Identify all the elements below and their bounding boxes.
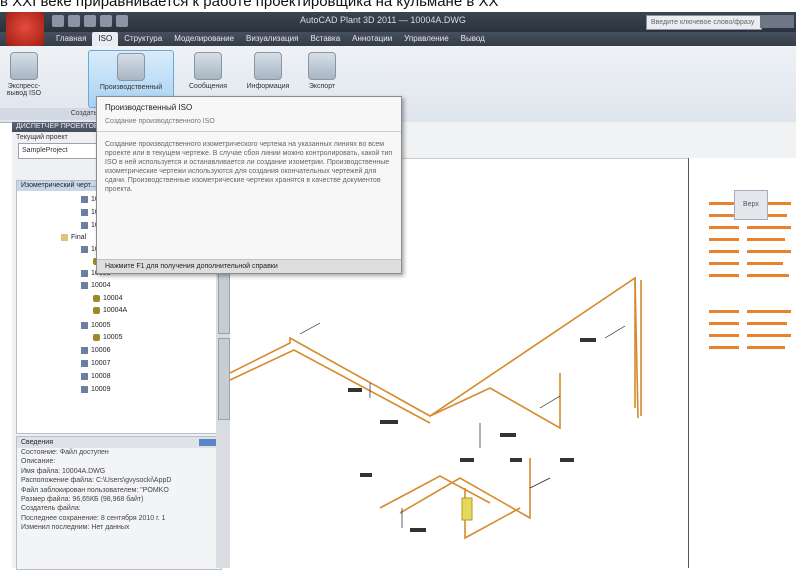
redo-icon[interactable] — [116, 15, 128, 27]
tree-folder[interactable]: Final — [61, 233, 86, 243]
dwg-icon — [81, 221, 88, 229]
tooltip-help: Нажмите F1 для получения дополнительной … — [97, 259, 401, 273]
detail-status: Состояние: Файл доступен — [21, 449, 109, 456]
dwg-icon — [81, 346, 88, 354]
tooltip-body: Создание производственного изометрическо… — [105, 141, 393, 193]
dwg-icon — [81, 269, 88, 277]
dwg-icon — [81, 385, 88, 393]
tab-structure[interactable]: Структура — [118, 32, 168, 46]
iso-icon — [93, 294, 100, 302]
dwg-icon — [81, 245, 88, 253]
dwg-icon — [81, 359, 88, 367]
tab-home[interactable]: Главная — [50, 32, 92, 46]
production-iso-tooltip: Производственный ISO Создание производст… — [96, 96, 402, 274]
details-header: Сведения — [17, 437, 221, 448]
open-icon[interactable] — [68, 15, 80, 27]
tree-node[interactable]: 10007 — [81, 359, 110, 369]
detail-location: Расположение файла: C:\Users\gvysocki\Ap… — [21, 477, 172, 485]
viewcube[interactable]: Верх — [734, 190, 768, 220]
tab-annotate[interactable]: Аннотации — [346, 32, 398, 46]
tab-iso[interactable]: ISO — [92, 32, 119, 46]
dwg-icon — [81, 208, 88, 216]
folder-icon — [61, 233, 68, 241]
search-input[interactable]: Введите ключевое слово/фразу — [646, 15, 762, 30]
details-view-toggle[interactable] — [199, 439, 217, 446]
express-iso-button[interactable]: Экспресс-вывод ISO — [2, 50, 46, 106]
tree-node[interactable]: 10008 — [81, 372, 110, 382]
ribbon-tabs: Главная ISO Структура Моделирование Визу… — [0, 32, 796, 46]
new-icon[interactable] — [52, 15, 64, 27]
caption-text: в XXI веке приравнивается к работе проек… — [0, 0, 796, 12]
dwg-icon — [81, 321, 88, 329]
quick-access-toolbar — [52, 15, 164, 29]
detail-modified-by: Изменил последним: Нет данных — [21, 524, 130, 532]
tab-output[interactable]: Вывод — [455, 32, 491, 46]
tooltip-subtitle: Создание производственного ISO — [97, 114, 401, 132]
detail-filename: Имя файла: 10004A.DWG — [21, 467, 106, 475]
detail-creator: Создатель файла: — [21, 505, 81, 513]
dwg-icon — [81, 281, 88, 289]
tab-data[interactable] — [218, 272, 230, 334]
tree-node[interactable]: 10006 — [81, 346, 110, 356]
tree-node[interactable]: 10004A — [93, 306, 127, 316]
tab-modeling[interactable]: Моделирование — [168, 32, 240, 46]
detail-locked-by: Файл заблокирован пользователем: "POMKO — [21, 486, 169, 494]
tab-insert[interactable]: Вставка — [304, 32, 346, 46]
tooltip-title: Производственный ISO — [105, 103, 193, 112]
iso-icon — [93, 333, 100, 341]
window-controls[interactable] — [760, 15, 794, 28]
dwg-icon — [81, 195, 88, 203]
detail-description: Описание: — [21, 458, 56, 466]
iso-icon — [93, 306, 100, 314]
save-icon[interactable] — [84, 15, 96, 27]
tree-node[interactable]: 10009 — [81, 385, 110, 395]
detail-size: Размер файла: 96,65КБ (98,968 байт) — [21, 496, 144, 504]
vertical-tab-strip — [216, 268, 230, 568]
info-icon — [254, 52, 282, 80]
detail-saved: Последнее сохранение: 8 сентября 2010 г.… — [21, 514, 166, 522]
tab-isometric[interactable] — [218, 338, 230, 420]
undo-icon[interactable] — [100, 15, 112, 27]
tree-node[interactable]: 10005 — [93, 333, 122, 343]
tab-visualization[interactable]: Визуализация — [240, 32, 304, 46]
production-iso-icon — [117, 53, 145, 81]
application-menu-button[interactable] — [6, 12, 44, 46]
export-icon — [308, 52, 336, 80]
tree-node[interactable]: 10005 — [81, 321, 110, 331]
tree-node[interactable]: 10004 — [93, 294, 122, 304]
tab-manage[interactable]: Управление — [398, 32, 454, 46]
window-title: AutoCAD Plant 3D 2011 — 10004A.DWG — [300, 15, 466, 25]
dwg-icon — [81, 372, 88, 380]
details-panel: Сведения Состояние: Файл доступен Описан… — [16, 436, 222, 570]
tree-node[interactable]: 10004 — [81, 281, 110, 291]
messages-icon — [194, 52, 222, 80]
express-iso-icon — [10, 52, 38, 80]
